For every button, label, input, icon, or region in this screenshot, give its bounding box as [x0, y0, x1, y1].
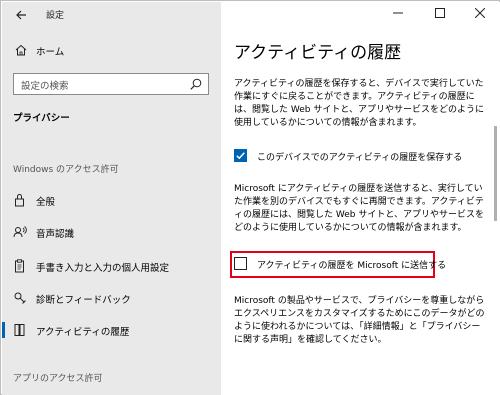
back-arrow-icon — [16, 10, 26, 20]
checkbox-unchecked-icon[interactable] — [234, 257, 247, 270]
home-label: ホーム — [36, 47, 65, 58]
maximize-button[interactable] — [422, 2, 458, 28]
sidebar-item-diagnostics[interactable]: 診断とフィードバック — [2, 286, 221, 310]
app-title: 設定 — [46, 11, 65, 21]
sidebar-item-label: 全般 — [36, 197, 56, 208]
sidebar-item-general[interactable]: 全般 — [2, 188, 221, 212]
back-button[interactable] — [10, 5, 32, 25]
checkbox-checked-icon[interactable] — [234, 149, 247, 162]
search-input[interactable]: 設定の検索 — [13, 73, 209, 95]
sidebar: 設定 ホーム 設定の検索 プライバシー Windows のアクセス許可 全般 音… — [2, 2, 221, 395]
home-icon — [15, 44, 27, 56]
checkbox-label: このデバイスでのアクティビティの履歴を保存する — [257, 153, 463, 163]
checkbox-label: アクティビティの履歴を Microsoft に送信する — [257, 261, 447, 271]
sidebar-item-label: アクティビティの履歴 — [36, 327, 130, 338]
history-icon — [14, 324, 25, 336]
close-button[interactable] — [462, 2, 498, 28]
window-controls — [380, 2, 500, 28]
title-bar: 設定 — [2, 2, 221, 28]
sidebar-item-speech[interactable]: 音声認識 — [2, 220, 221, 244]
sidebar-item-activity-history[interactable]: アクティビティの履歴 — [2, 318, 221, 342]
feedback-icon — [14, 292, 26, 304]
sidebar-item-home[interactable]: ホーム — [2, 40, 221, 62]
sidebar-item-label: 手書き入力と入力の個人用設定 — [36, 263, 170, 274]
close-icon — [474, 7, 486, 19]
page-title: アクティビティの履歴 — [234, 43, 402, 63]
send-description: Microsoft にアクティビティの履歴を送信すると、実行していた作業を別のデ… — [234, 184, 484, 233]
sidebar-item-inking-typing[interactable]: 手書き入力と入力の個人用設定 — [2, 254, 221, 278]
section-header-app-permissions: アプリのアクセス許可 — [13, 374, 103, 384]
speech-icon — [13, 226, 27, 238]
privacy-description: Microsoft の製品やサービスで、プライバシーを尊重しながらエクスペリエン… — [234, 296, 485, 345]
search-placeholder: 設定の検索 — [21, 81, 69, 92]
main-content: アクティビティの履歴 アクティビティの履歴を保存すると、デバイスで実行していた作… — [221, 2, 500, 395]
lock-icon — [15, 194, 24, 207]
maximize-icon — [435, 8, 445, 18]
settings-window: 設定 ホーム 設定の検索 プライバシー Windows のアクセス許可 全般 音… — [0, 0, 500, 395]
section-header-windows-permissions: Windows のアクセス許可 — [13, 165, 119, 175]
minimize-icon — [393, 12, 403, 14]
scrollbar[interactable] — [494, 126, 497, 221]
intro-description: アクティビティの履歴を保存すると、デバイスで実行していた作業にすぐに戻ることがで… — [234, 79, 484, 128]
clipboard-icon — [15, 259, 24, 273]
minimize-button[interactable] — [380, 2, 416, 28]
section-title-privacy: プライバシー — [13, 113, 70, 124]
sidebar-item-label: 診断とフィードバック — [36, 295, 131, 306]
sidebar-item-label: 音声認識 — [36, 229, 75, 240]
search-icon — [190, 78, 202, 90]
active-indicator — [2, 322, 5, 338]
